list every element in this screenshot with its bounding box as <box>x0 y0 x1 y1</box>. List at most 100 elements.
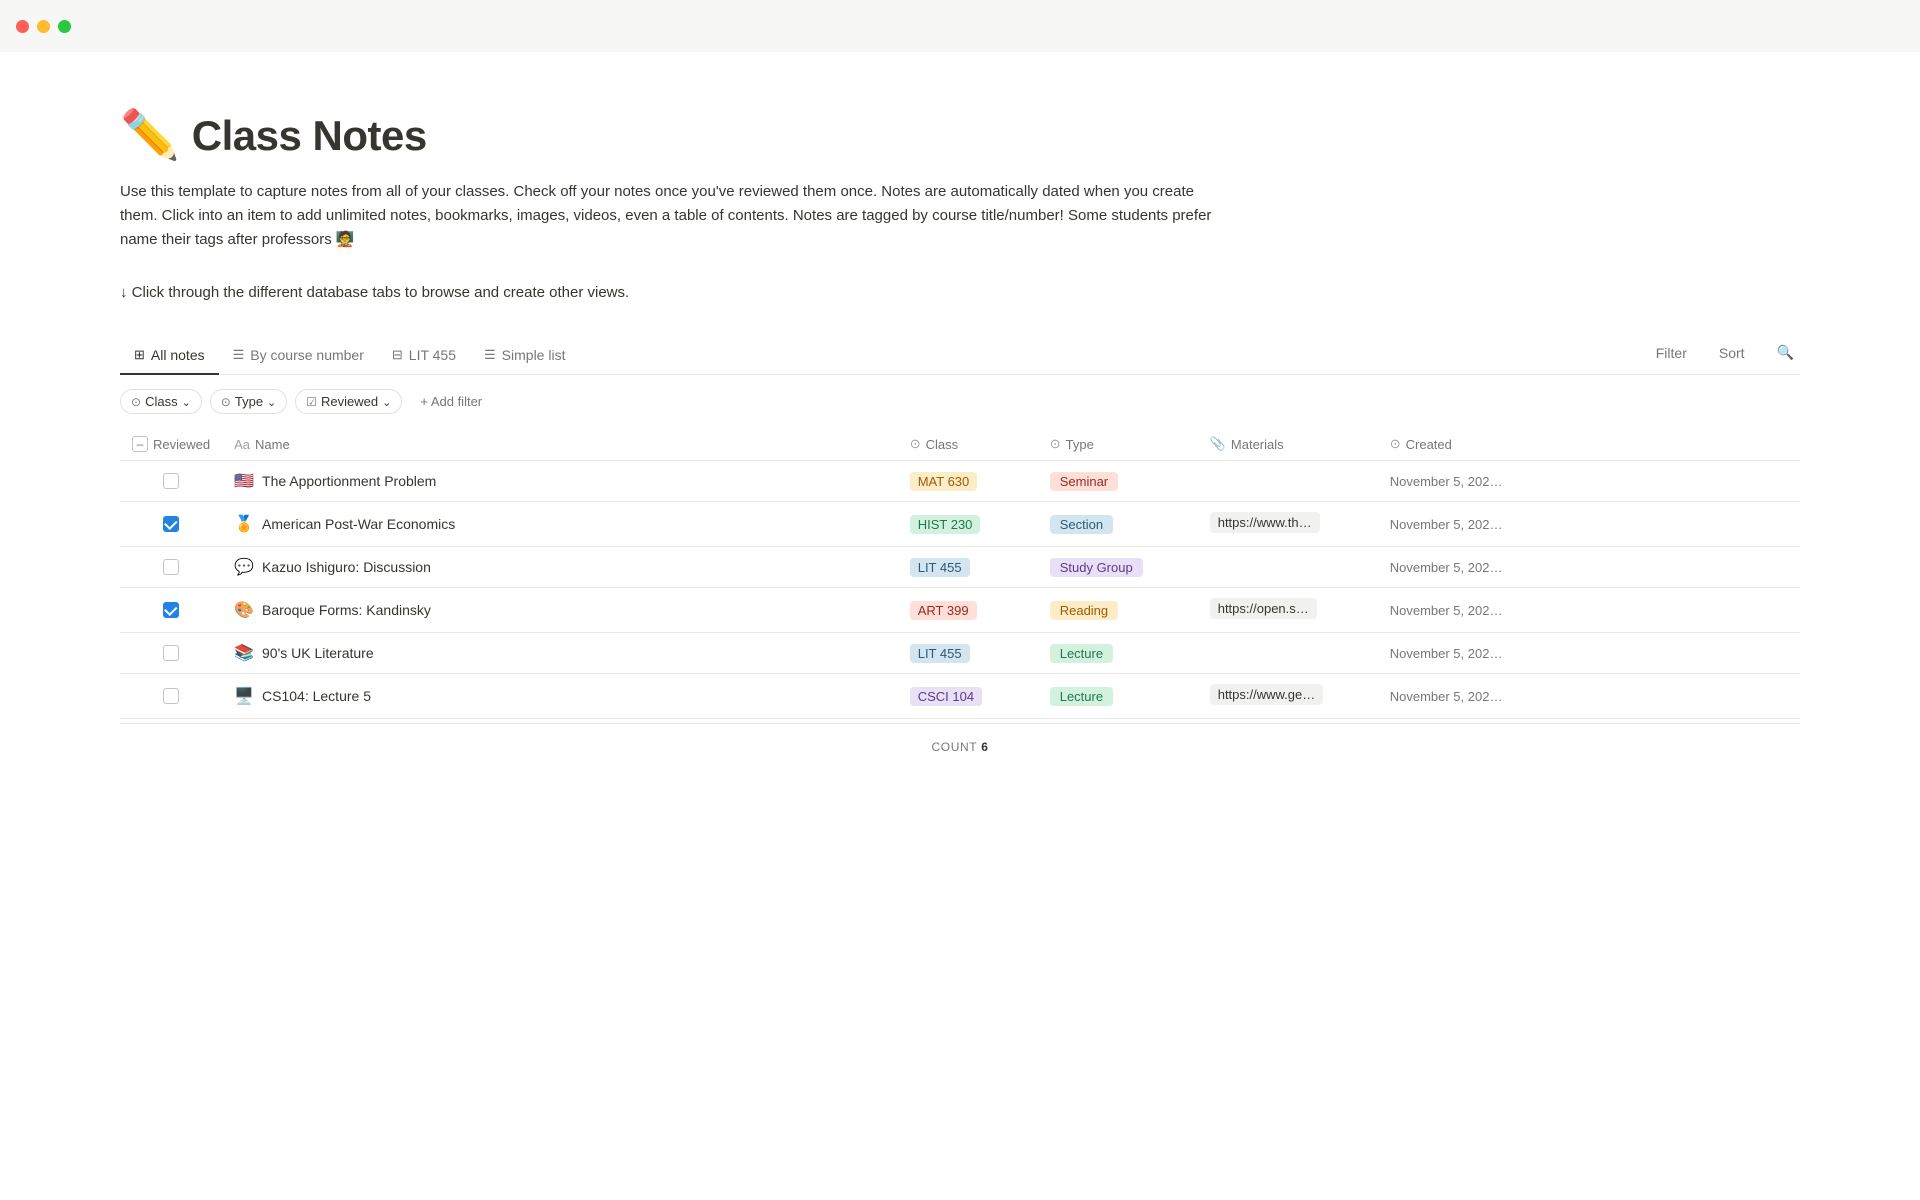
type-tag-5[interactable]: Lecture <box>1050 687 1113 706</box>
row-name-text-1: American Post-War Economics <box>262 516 455 532</box>
row-name-text-4: 90's UK Literature <box>262 645 374 661</box>
row-name-5[interactable]: 🖥️ CS104: Lecture 5 <box>234 686 886 706</box>
reviewed-cell-0 <box>120 461 222 502</box>
class-filter-pill[interactable]: ⊙ Class <box>120 389 202 414</box>
reviewed-checkbox-3[interactable] <box>163 602 179 618</box>
row-emoji-4: 📚 <box>234 643 254 663</box>
search-button[interactable]: 🔍 <box>1771 340 1800 365</box>
tabs-left: ⊞ All notes ☰ By course number ⊟ LIT 455… <box>120 337 1650 374</box>
reviewed-cell-2 <box>120 547 222 588</box>
col-header-name[interactable]: Aa Name <box>222 428 898 461</box>
table-body: 🇺🇸The Apportionment Problem MAT 630 Semina… <box>120 461 1800 719</box>
reviewed-cell-3 <box>120 588 222 633</box>
col-header-reviewed[interactable]: Reviewed <box>120 428 222 461</box>
row-emoji-5: 🖥️ <box>234 686 254 706</box>
class-cell-3: ART 399 <box>898 588 1038 633</box>
main-content: ✏️ Class Notes Use this template to capt… <box>0 52 1920 810</box>
row-name-text-2: Kazuo Ishiguro: Discussion <box>262 559 431 575</box>
count-bar: COUNT 6 <box>120 723 1800 770</box>
name-cell-3: 🎨Baroque Forms: Kandinsky <box>222 588 898 633</box>
row-name-3[interactable]: 🎨Baroque Forms: Kandinsky <box>234 600 886 620</box>
class-tag-1[interactable]: HIST 230 <box>910 515 981 534</box>
reviewed-checkbox-5[interactable] <box>163 688 179 704</box>
row-name-2[interactable]: 💬Kazuo Ishiguro: Discussion <box>234 557 886 577</box>
class-cell-4: LIT 455 <box>898 633 1038 674</box>
row-name-text-5: CS104: Lecture 5 <box>262 688 371 704</box>
type-tag-2[interactable]: Study Group <box>1050 558 1143 577</box>
tab-by-course-icon: ☰ <box>233 347 245 363</box>
type-tag-3[interactable]: Reading <box>1050 601 1118 620</box>
click-hint: ↓ Click through the different database t… <box>120 284 1800 301</box>
class-tag-2[interactable]: LIT 455 <box>910 558 970 577</box>
col-header-materials[interactable]: 📎 Materials <box>1198 428 1378 461</box>
tab-simple-list[interactable]: ☰ Simple list <box>470 337 579 375</box>
col-name-icon: Aa <box>234 437 250 452</box>
titlebar <box>0 0 1920 52</box>
tab-all-notes[interactable]: ⊞ All notes <box>120 337 219 375</box>
class-filter-chevron <box>182 394 191 409</box>
row-name-text-3: Baroque Forms: Kandinsky <box>262 602 431 618</box>
class-tag-3[interactable]: ART 399 <box>910 601 977 620</box>
page-emoji: ✏️ <box>120 112 180 160</box>
tab-simple-list-icon: ☰ <box>484 347 496 363</box>
tab-lit455[interactable]: ⊟ LIT 455 <box>378 337 470 375</box>
table-container: Reviewed Aa Name ⊙ Class <box>120 428 1800 719</box>
col-type-label: Type <box>1066 437 1094 452</box>
name-cell-2: 💬Kazuo Ishiguro: Discussion <box>222 547 898 588</box>
row-name-4[interactable]: 📚 90's UK Literature <box>234 643 886 663</box>
col-header-class[interactable]: ⊙ Class <box>898 428 1038 461</box>
reviewed-checkbox-2[interactable] <box>163 559 179 575</box>
select-all-checkbox[interactable] <box>132 436 148 452</box>
materials-link-1[interactable]: https://www.th… <box>1210 512 1320 533</box>
created-text-0: November 5, 202… <box>1390 474 1503 489</box>
type-tag-4[interactable]: Lecture <box>1050 644 1113 663</box>
page-title-row: ✏️ Class Notes <box>120 112 1800 160</box>
sort-button[interactable]: Sort <box>1713 341 1751 365</box>
class-cell-5: CSCI 104 <box>898 674 1038 719</box>
type-filter-icon: ⊙ <box>221 395 231 409</box>
table-row: 💬Kazuo Ishiguro: Discussion LIT 455 Study … <box>120 547 1800 588</box>
type-cell-0: Seminar <box>1038 461 1198 502</box>
col-header-type[interactable]: ⊙ Type <box>1038 428 1198 461</box>
tab-by-course-label: By course number <box>250 347 364 363</box>
table-header-row: Reviewed Aa Name ⊙ Class <box>120 428 1800 461</box>
count-label: COUNT <box>932 740 978 754</box>
type-tag-0[interactable]: Seminar <box>1050 472 1118 491</box>
close-button[interactable] <box>16 20 29 33</box>
class-tag-5[interactable]: CSCI 104 <box>910 687 982 706</box>
col-reviewed-label: Reviewed <box>153 437 210 452</box>
maximize-button[interactable] <box>58 20 71 33</box>
filter-row: ⊙ Class ⊙ Type ☑ Reviewed + Add filter <box>120 375 1800 428</box>
class-tag-4[interactable]: LIT 455 <box>910 644 970 663</box>
type-tag-1[interactable]: Section <box>1050 515 1113 534</box>
class-filter-icon: ⊙ <box>131 395 141 409</box>
class-filter-label: Class <box>145 394 178 409</box>
reviewed-checkbox-4[interactable] <box>163 645 179 661</box>
reviewed-checkbox-1[interactable] <box>163 516 179 532</box>
col-created-label: Created <box>1406 437 1452 452</box>
tab-lit455-label: LIT 455 <box>409 347 456 363</box>
created-text-1: November 5, 202… <box>1390 517 1503 532</box>
created-text-3: November 5, 202… <box>1390 603 1503 618</box>
tab-by-course[interactable]: ☰ By course number <box>219 337 378 375</box>
minimize-button[interactable] <box>37 20 50 33</box>
filter-button[interactable]: Filter <box>1650 341 1693 365</box>
reviewed-checkbox-0[interactable] <box>163 473 179 489</box>
class-tag-0[interactable]: MAT 630 <box>910 472 978 491</box>
row-name-1[interactable]: 🏅American Post-War Economics <box>234 514 886 534</box>
created-cell-0: November 5, 202… <box>1378 461 1800 502</box>
row-name-0[interactable]: 🇺🇸The Apportionment Problem <box>234 471 886 491</box>
materials-link-5[interactable]: https://www.ge… <box>1210 684 1324 705</box>
reviewed-filter-pill[interactable]: ☑ Reviewed <box>295 389 402 414</box>
materials-cell-1: https://www.th… <box>1198 502 1378 547</box>
materials-cell-0 <box>1198 461 1378 502</box>
created-cell-4: November 5, 202… <box>1378 633 1800 674</box>
materials-cell-5: https://www.ge… <box>1198 674 1378 719</box>
tab-all-notes-icon: ⊞ <box>134 347 145 363</box>
table-row: 🇺🇸The Apportionment Problem MAT 630 Semina… <box>120 461 1800 502</box>
table-row: 🖥️ CS104: Lecture 5 CSCI 104 Lecture https:/… <box>120 674 1800 719</box>
materials-link-3[interactable]: https://open.s… <box>1210 598 1317 619</box>
col-header-created[interactable]: ⊙ Created <box>1378 428 1800 461</box>
type-filter-pill[interactable]: ⊙ Type <box>210 389 287 414</box>
add-filter-button[interactable]: + Add filter <box>410 390 492 413</box>
